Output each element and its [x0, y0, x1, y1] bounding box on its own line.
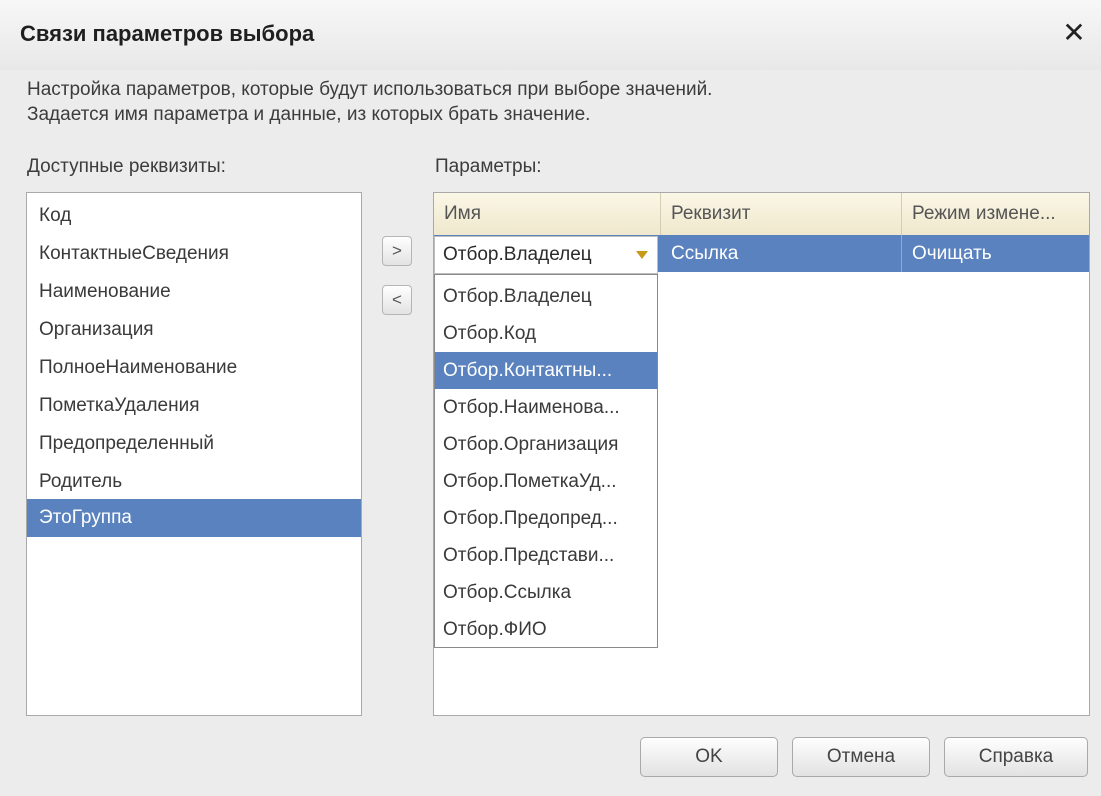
column-header-mode[interactable]: Режим измене... [902, 193, 1089, 235]
list-item[interactable]: Родитель [27, 463, 361, 501]
available-attributes-list[interactable]: Код КонтактныеСведения Наименование Орга… [26, 192, 362, 716]
list-item[interactable]: ПометкаУдаления [27, 387, 361, 425]
ok-button[interactable]: OK [640, 737, 778, 777]
choice-parameter-links-dialog: Связи параметров выбора ✕ Настройка пара… [0, 0, 1101, 796]
list-item[interactable]: Предопределенный [27, 425, 361, 463]
list-item-selected[interactable]: ЭтоГруппа [27, 499, 361, 537]
list-item[interactable]: Организация [27, 311, 361, 349]
remove-parameter-button[interactable]: < [382, 285, 412, 315]
help-button[interactable]: Справка [944, 737, 1088, 777]
column-header-attribute[interactable]: Реквизит [661, 193, 902, 235]
dialog-title: Связи параметров выбора [20, 21, 315, 46]
combobox-value: Отбор.Владелец [443, 244, 592, 265]
dropdown-option[interactable]: Отбор.Предопред... [435, 500, 657, 537]
close-icon[interactable]: ✕ [1059, 18, 1089, 48]
cancel-button[interactable]: Отмена [792, 737, 930, 777]
parameter-name-dropdown[interactable]: Отбор.Владелец Отбор.Код Отбор.Контактны… [434, 274, 658, 648]
dropdown-option[interactable]: Отбор.ПометкаУд... [435, 463, 657, 500]
list-item[interactable]: КонтактныеСведения [27, 235, 361, 273]
title-bar: Связи параметров выбора ✕ [0, 0, 1101, 70]
column-header-name[interactable]: Имя [434, 193, 661, 235]
dropdown-option[interactable]: Отбор.Представи... [435, 537, 657, 574]
list-item[interactable]: ПолноеНаименование [27, 349, 361, 387]
description-line-1: Настройка параметров, которые будут испо… [27, 79, 713, 100]
add-parameter-button[interactable]: > [382, 236, 412, 266]
chevron-down-icon[interactable] [629, 241, 655, 269]
table-header: Имя Реквизит Режим измене... [434, 193, 1089, 236]
available-attributes-label: Доступные реквизиты: [27, 156, 226, 177]
parameter-name-combobox[interactable]: Отбор.Владелец [434, 236, 658, 274]
list-item[interactable]: Код [27, 197, 361, 235]
description-line-2: Задается имя параметра и данные, из кото… [27, 104, 591, 125]
dropdown-option[interactable]: Отбор.Код [435, 315, 657, 352]
dropdown-option[interactable]: Отбор.Наименова... [435, 389, 657, 426]
dropdown-option[interactable]: Отбор.Организация [435, 426, 657, 463]
list-item[interactable]: Наименование [27, 273, 361, 311]
dropdown-option[interactable]: Отбор.Владелец [435, 278, 657, 315]
cell-mode[interactable]: Очищать [902, 235, 1089, 272]
dropdown-option-highlighted[interactable]: Отбор.Контактны... [435, 352, 657, 389]
dropdown-option[interactable]: Отбор.ФИО [435, 611, 657, 648]
cell-attribute[interactable]: Ссылка [661, 235, 902, 272]
parameters-label: Параметры: [435, 156, 542, 177]
dropdown-option[interactable]: Отбор.Ссылка [435, 574, 657, 611]
